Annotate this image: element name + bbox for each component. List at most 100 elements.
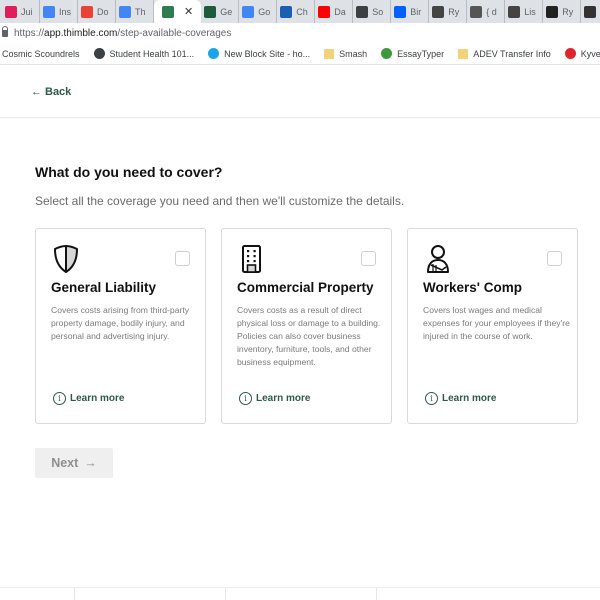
tab-title: { d [486, 6, 497, 17]
browser-tab[interactable]: Ch [277, 0, 316, 23]
address-bar[interactable]: https://app.thimble.com/step-available-c… [0, 23, 600, 43]
tab-title: Jui [21, 6, 33, 17]
arrow-right-icon: → [84, 456, 97, 470]
bookmark-label: Kyven Gadson v Jor... [580, 48, 600, 59]
footer-divider [0, 587, 600, 588]
browser-tab[interactable]: Du [581, 0, 600, 23]
globe-icon [356, 5, 369, 18]
bookmark-item[interactable]: New Block Site - ho... [208, 48, 310, 59]
tab-title: Ge [220, 6, 233, 17]
tab-title: Th [135, 6, 146, 17]
browser-tab[interactable]: Ins [40, 0, 78, 23]
footer-divider-tick [376, 588, 377, 600]
browser-tab[interactable]: Da [315, 0, 354, 23]
flo-icon [564, 48, 576, 59]
google-docs-icon [119, 5, 131, 18]
tab-title: Bir [410, 6, 422, 17]
footer-divider-tick [74, 588, 75, 600]
google-docs-icon [43, 5, 55, 18]
swirl-icon [470, 5, 483, 18]
openai-icon [508, 5, 521, 18]
learn-more-label: Learn more [256, 393, 311, 404]
browser-tab[interactable]: Lis [505, 0, 544, 23]
browser-tab[interactable]: Ge [201, 0, 240, 23]
url-host: app.thimble.com [44, 27, 118, 39]
tab-title: Ins [59, 6, 72, 17]
folder-icon [458, 48, 469, 59]
coverage-description: Covers lost wages and medical expenses f… [423, 305, 570, 341]
learn-more-label: Learn more [442, 393, 497, 404]
bookmark-item[interactable]: Cosmic Scoundrels [2, 49, 80, 59]
dropbox-icon [394, 5, 407, 18]
youtube-icon [318, 5, 331, 18]
bookmarks-bar: Cosmic Scoundrels Student Health 101... Ne… [0, 43, 600, 65]
info-icon: i [239, 392, 252, 405]
injured-worker-icon [427, 245, 449, 273]
url-text[interactable]: https://app.thimble.com/step-available-c… [14, 28, 231, 39]
bookmark-item[interactable]: EssayTyper [381, 48, 444, 59]
bookmark-label: New Block Site - ho... [224, 48, 311, 59]
learn-more-link[interactable]: i Learn more [425, 392, 496, 405]
coverage-description: Covers costs arising from third-party pr… [51, 305, 190, 341]
slack-icon [5, 5, 17, 18]
back-label: Back [45, 86, 72, 98]
tab-title: So [372, 6, 384, 17]
browser-tab[interactable]: ✕ [154, 0, 202, 23]
page-subtitle: Select all the coverage you need and the… [35, 194, 405, 208]
bookmark-item[interactable]: Smash [324, 48, 368, 59]
browser-tab[interactable]: So [353, 0, 392, 23]
browser-tab[interactable]: Jui [2, 0, 40, 23]
coverage-checkbox[interactable] [547, 251, 562, 266]
globe-icon [93, 48, 105, 59]
coverage-card-commercial-property[interactable]: Commercial Property Covers costs as a re… [221, 228, 392, 424]
tab-title: Do [97, 6, 109, 17]
bookmark-label: ADEV Transfer Info [473, 48, 551, 59]
vs-icon [546, 5, 559, 18]
coverage-description: Covers costs as a result of direct physi… [237, 305, 381, 367]
tab-title: Go [258, 6, 271, 17]
coverage-title: General Liability [51, 280, 157, 295]
browser-tab[interactable]: Go [239, 0, 278, 23]
page-content: ← Back What do you need to cover? Select… [0, 66, 600, 600]
shield-icon [54, 245, 78, 273]
browser-tab[interactable]: Do [78, 0, 116, 23]
coverage-checkbox[interactable] [175, 251, 190, 266]
tab-title: Da [334, 6, 346, 17]
coverage-card-general-liability[interactable]: General Liability Covers costs arising f… [35, 228, 206, 424]
browser-tab[interactable]: Ry [429, 0, 468, 23]
browser-tab[interactable]: Ry [543, 0, 582, 23]
thimble-icon [162, 5, 174, 18]
bookmark-item[interactable]: ADEV Transfer Info [458, 48, 551, 59]
google-lens-icon [242, 5, 255, 18]
browser-tab-strip: Jui Ins Do Th ✕ Ge Go Ch Da So Bir Ry { d Lis Ry Du [0, 0, 600, 23]
bookmark-item[interactable]: Student Health 101... [93, 48, 195, 59]
tpl-icon [280, 5, 293, 18]
tab-title: Ry [562, 6, 574, 17]
learn-more-link[interactable]: i Learn more [239, 392, 310, 405]
footer-divider-tick [225, 588, 226, 600]
page-title: What do you need to cover? [35, 164, 223, 180]
info-icon: i [425, 392, 438, 405]
back-link[interactable]: ← Back [31, 86, 71, 98]
essaytyper-icon [381, 48, 393, 59]
coverage-card-workers-comp[interactable]: Workers' Comp Covers lost wages and medi… [407, 228, 578, 424]
coverage-title: Workers' Comp [423, 280, 522, 295]
learn-more-link[interactable]: i Learn more [53, 392, 124, 405]
bookmark-label: Student Health 101... [109, 48, 195, 59]
coverage-title: Commercial Property [237, 280, 374, 295]
wikipedia-icon [584, 5, 597, 18]
lock-icon [2, 25, 8, 37]
browser-tab[interactable]: { d [467, 0, 506, 23]
coverage-checkbox[interactable] [361, 251, 376, 266]
next-button[interactable]: Next → [35, 448, 113, 478]
tab-title: Lis [524, 6, 536, 17]
tab-title: Ry [448, 6, 460, 17]
bookmark-item[interactable]: Kyven Gadson v Jor... [564, 48, 600, 59]
browser-tab[interactable]: Bir [391, 0, 430, 23]
browser-tab[interactable]: Th [116, 0, 154, 23]
bookmark-label: EssayTyper [397, 48, 445, 59]
blocksite-icon [208, 48, 220, 59]
close-tab-icon[interactable]: ✕ [184, 5, 193, 18]
bookmark-label: Smash [339, 48, 368, 59]
thimble-green-icon [204, 5, 217, 18]
